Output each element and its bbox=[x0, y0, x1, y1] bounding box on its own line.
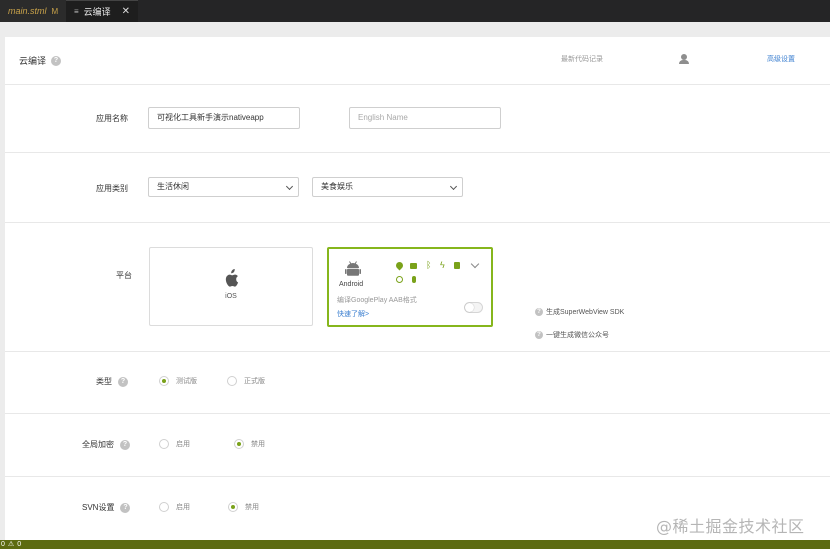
category-secondary-select[interactable]: 美食娱乐 bbox=[312, 177, 463, 197]
app-category-row: 应用类别 生活休闲 美食娱乐 bbox=[5, 153, 830, 223]
category-primary-select[interactable]: 生活休闲 bbox=[148, 177, 299, 197]
svn-label: SVN设置 ? bbox=[82, 502, 131, 513]
category-primary-value: 生活休闲 bbox=[157, 182, 189, 191]
svn-option-enable[interactable]: 启用 bbox=[159, 502, 190, 512]
encryption-label: 全局加密 ? bbox=[82, 439, 130, 450]
category-secondary-value: 美食娱乐 bbox=[321, 182, 353, 191]
learn-more-link[interactable]: 快速了解> bbox=[337, 309, 369, 319]
platform-card-android[interactable]: Android ᛒ ϟ 编译GooglePlay AAB格式 快速了解> bbox=[327, 247, 493, 327]
type-option-release-label: 正式版 bbox=[244, 378, 265, 385]
type-row: 类型 ? 测试版 正式版 bbox=[5, 352, 830, 414]
file-icon: ≡ bbox=[74, 7, 79, 16]
radio-test[interactable] bbox=[159, 376, 169, 386]
global-encryption-row: 全局加密 ? 启用 禁用 bbox=[5, 414, 830, 477]
page-title: 云编译 ? bbox=[19, 54, 62, 67]
svn-option-disable-label: 禁用 bbox=[245, 504, 259, 511]
help-icon[interactable]: ? bbox=[51, 55, 62, 66]
chevron-down-icon bbox=[285, 182, 294, 191]
app-category-label: 应用类别 bbox=[96, 184, 128, 193]
tab-cloud-compile-label: 云编译 bbox=[83, 7, 111, 17]
encryption-label-text: 全局加密 bbox=[82, 440, 114, 449]
svn-label-text: SVN设置 bbox=[82, 503, 115, 512]
superwebview-sdk-label: 生成SuperWebView SDK bbox=[546, 309, 625, 316]
type-label: 类型 ? bbox=[96, 376, 128, 387]
radio-encryption-disable[interactable] bbox=[234, 439, 244, 449]
power-icon bbox=[396, 276, 403, 283]
superwebview-sdk-option[interactable]: ? 生成SuperWebView SDK bbox=[535, 307, 624, 317]
apple-icon bbox=[225, 269, 239, 287]
warning-icon: ⚠ bbox=[7, 541, 15, 548]
help-icon[interactable]: ? bbox=[118, 376, 128, 387]
watermark: @稀土掘金技术社区 bbox=[656, 517, 805, 536]
aab-toggle[interactable] bbox=[464, 302, 483, 313]
encryption-option-disable-label: 禁用 bbox=[251, 441, 265, 448]
advanced-settings-link[interactable]: 高级设置 bbox=[767, 54, 795, 64]
warning-count[interactable]: 0 bbox=[17, 540, 21, 549]
android-aab-desc: 编译GooglePlay AAB格式 bbox=[337, 297, 417, 304]
type-label-text: 类型 bbox=[96, 377, 112, 386]
platform-card-ios[interactable]: iOS bbox=[149, 247, 313, 326]
encryption-option-enable[interactable]: 启用 bbox=[159, 439, 190, 449]
location-icon bbox=[394, 260, 405, 271]
editor-tab-bar: main.stml M ≡ 云编译 ✕ bbox=[0, 0, 830, 22]
error-count[interactable]: 0 bbox=[1, 540, 5, 549]
help-icon[interactable]: ? bbox=[120, 439, 130, 450]
type-option-test-label: 测试版 bbox=[176, 378, 197, 385]
bluetooth-icon: ᛒ bbox=[426, 260, 432, 270]
svn-option-enable-label: 启用 bbox=[176, 504, 190, 511]
wechat-oa-label: 一键生成微信公众号 bbox=[546, 332, 609, 339]
app-name-label: 应用名称 bbox=[96, 114, 128, 123]
cloud-compile-panel: 云编译 ? 最新代码记录 高级设置 应用名称 可视化工具新手演示nativeap… bbox=[5, 37, 830, 540]
platform-row: 平台 iOS Android ᛒ ϟ 编译GooglePlay AAB格式 快速… bbox=[5, 223, 830, 352]
platform-label: 平台 bbox=[116, 271, 132, 280]
help-icon: ? bbox=[535, 308, 543, 316]
radio-svn-disable[interactable] bbox=[228, 502, 238, 512]
modified-indicator: M bbox=[51, 6, 59, 16]
radio-svn-enable[interactable] bbox=[159, 502, 169, 512]
radio-release[interactable] bbox=[227, 376, 237, 386]
help-icon[interactable]: ? bbox=[120, 502, 131, 513]
chevron-down-icon[interactable] bbox=[470, 259, 480, 269]
help-icon: ? bbox=[535, 331, 543, 339]
type-option-test[interactable]: 测试版 bbox=[159, 376, 197, 386]
user-icon[interactable] bbox=[678, 54, 690, 65]
latest-code-record-link[interactable]: 最新代码记录 bbox=[561, 54, 603, 64]
status-bar: 0 ⚠ 0 bbox=[0, 540, 830, 549]
camera-icon bbox=[410, 263, 417, 269]
wechat-oa-option[interactable]: ? 一键生成微信公众号 bbox=[535, 330, 609, 340]
tab-main-stml[interactable]: main.stml M bbox=[0, 0, 66, 22]
radio-encryption-enable[interactable] bbox=[159, 439, 169, 449]
ios-label: iOS bbox=[225, 293, 237, 300]
flash-icon: ϟ bbox=[440, 260, 445, 270]
microphone-icon bbox=[412, 276, 416, 283]
encryption-option-enable-label: 启用 bbox=[176, 441, 190, 448]
page-title-text: 云编译 bbox=[19, 56, 47, 66]
svn-option-disable[interactable]: 禁用 bbox=[228, 502, 259, 512]
tab-bar-empty bbox=[138, 0, 830, 22]
type-option-release[interactable]: 正式版 bbox=[227, 376, 265, 386]
aab-toggle-knob bbox=[465, 303, 474, 312]
tab-cloud-compile[interactable]: ≡ 云编译 ✕ bbox=[66, 0, 138, 22]
app-name-row: 应用名称 可视化工具新手演示nativeapp English Name bbox=[5, 85, 830, 153]
storage-icon bbox=[454, 262, 460, 269]
android-icon bbox=[345, 261, 361, 276]
panel-header: 云编译 ? 最新代码记录 高级设置 bbox=[5, 37, 830, 85]
app-name-input[interactable]: 可视化工具新手演示nativeapp bbox=[148, 107, 300, 129]
chevron-down-icon bbox=[449, 182, 458, 191]
encryption-option-disable[interactable]: 禁用 bbox=[234, 439, 265, 449]
close-icon[interactable]: ✕ bbox=[122, 6, 130, 17]
english-name-input[interactable]: English Name bbox=[349, 107, 501, 129]
tab-main-stml-label: main.stml bbox=[8, 6, 47, 16]
android-label: Android bbox=[339, 281, 364, 288]
